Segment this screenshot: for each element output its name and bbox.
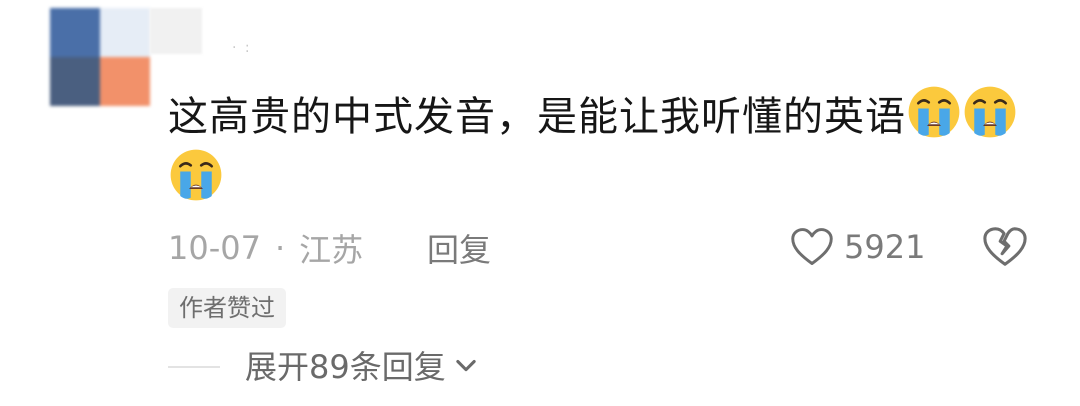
loudly-crying-face-icon [170, 149, 222, 201]
comment-date: 10-07 [168, 229, 261, 267]
like-count: 5921 [844, 228, 926, 266]
heart-outline-icon [791, 228, 833, 265]
divider-line [168, 366, 220, 368]
dislike-button[interactable] [982, 224, 1028, 270]
expand-replies-label: 展开89条回复 [245, 348, 446, 386]
like-button[interactable]: 5921 [790, 222, 925, 272]
meta-separator: · [274, 229, 286, 267]
comment-text-block: 这高贵的中式发音，是能让我听懂的英语 [168, 84, 1048, 210]
comment-meta: 10-07 · 江苏 [168, 224, 363, 272]
chevron-down-icon [456, 359, 476, 372]
username-redacted[interactable] [150, 8, 202, 54]
expand-replies-button[interactable]: 展开89条回复 [245, 340, 480, 390]
comment-item: · : 这高贵的中式发音，是能让我听懂的英语 10-07 · 江苏 回复 592… [0, 0, 1080, 406]
broken-heart-icon [983, 227, 1027, 266]
username-fragment: · : [232, 40, 252, 56]
loudly-crying-face-icon [908, 86, 960, 138]
comment-location: 江苏 [299, 231, 364, 269]
reply-button[interactable]: 回复 [427, 224, 491, 272]
loudly-crying-face-icon [964, 86, 1016, 138]
avatar[interactable] [50, 8, 150, 106]
author-liked-badge: 作者赞过 [168, 288, 286, 328]
comment-text: 这高贵的中式发音，是能让我听懂的英语 [168, 94, 906, 140]
